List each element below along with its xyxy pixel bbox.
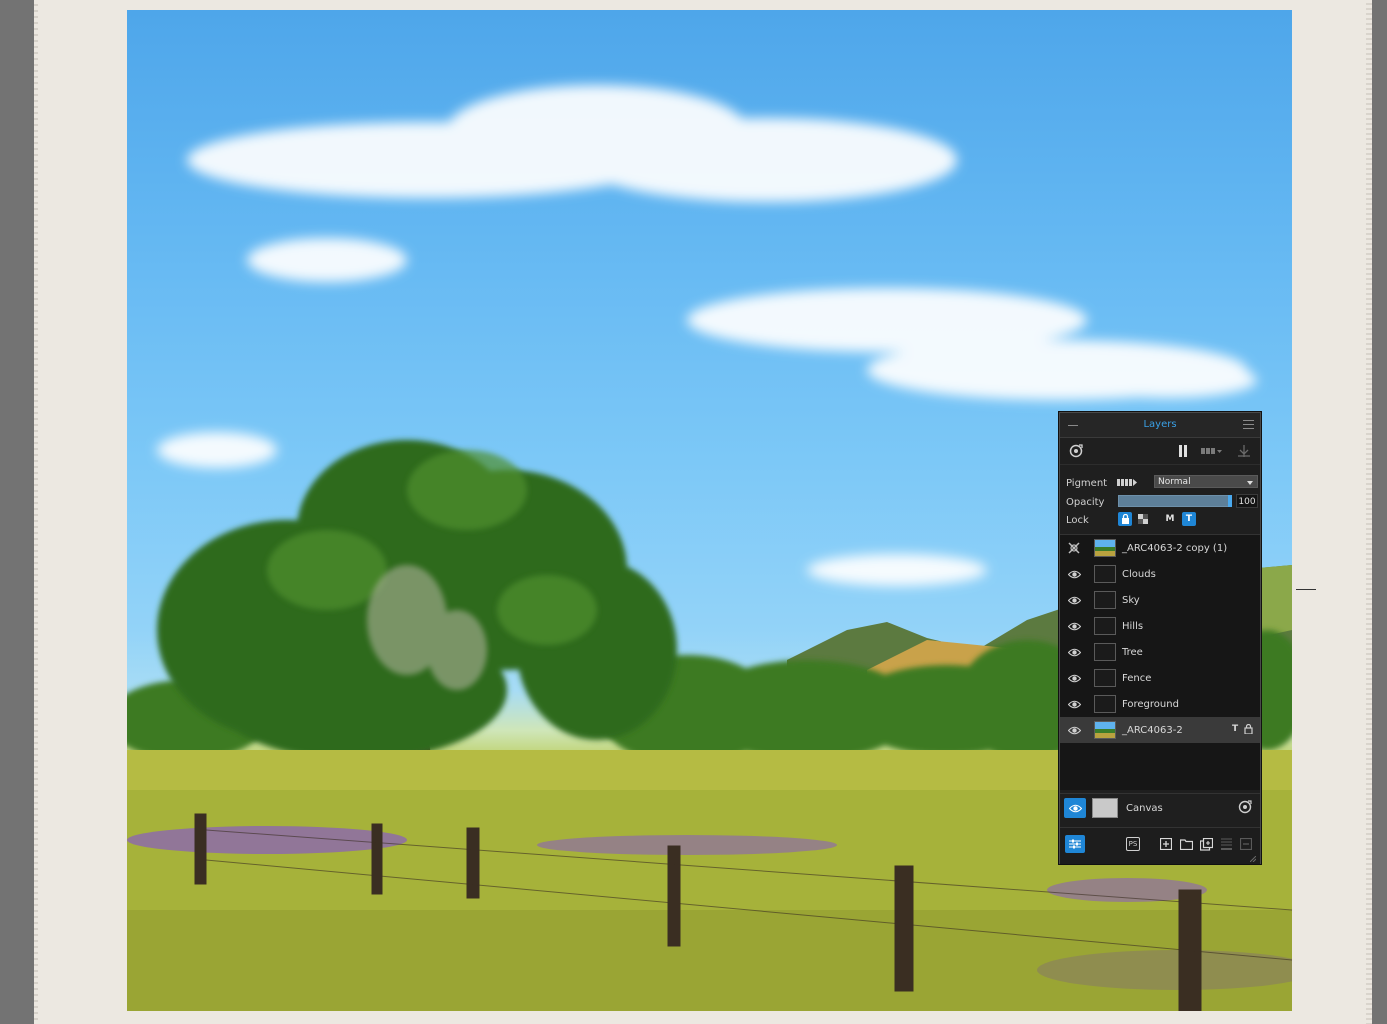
layer-row[interactable]: _ARC4063-2 copy (1) [1060,535,1260,561]
add-layer-icon[interactable] [1159,837,1173,851]
layer-lock-icon[interactable] [1244,723,1253,737]
merge-layer-icon[interactable] [1219,837,1233,851]
eye-icon[interactable] [1060,570,1088,579]
canvas-visibility-icon[interactable] [1238,800,1252,817]
reset-eye-icon[interactable] [1068,443,1084,459]
chevron-down-icon [1247,481,1253,485]
canvas-layer-row[interactable]: Canvas [1060,793,1260,822]
layer-row[interactable]: Sky [1060,587,1260,613]
layer-name: _ARC4063-2 [1122,724,1183,736]
layers-panel[interactable]: Layers Pigment Normal Opacity 100 Lock M… [1059,412,1261,864]
layer-thumbnail [1094,591,1116,609]
delete-layer-icon[interactable] [1239,837,1253,851]
pigment-row: Pigment Normal [1066,475,1258,491]
photoshop-icon[interactable]: PS [1126,837,1140,851]
pause-icon[interactable] [1176,444,1190,458]
paper-deckled-edge-left [34,0,38,1024]
layer-thumbnail [1094,695,1116,713]
pigment-dropdown-icon[interactable] [1200,444,1224,458]
hidden-eye-icon[interactable] [1060,542,1088,554]
layer-name: Foreground [1122,698,1179,710]
minimize-icon[interactable] [1068,425,1078,426]
lock-icon[interactable] [1118,512,1132,526]
canvas-label: Canvas [1126,802,1163,814]
layer-name: Fence [1122,672,1152,684]
layer-row[interactable]: Tree [1060,639,1260,665]
layer-row[interactable]: Hills [1060,613,1260,639]
layer-row[interactable]: Clouds [1060,561,1260,587]
layer-thumbnail [1094,669,1116,687]
opacity-slider-knob[interactable] [1228,495,1232,507]
eye-icon[interactable] [1060,674,1088,683]
eye-icon[interactable] [1060,648,1088,657]
layer-name: Clouds [1122,568,1156,580]
layer-toolbar [1060,438,1260,465]
add-folder-icon[interactable] [1179,837,1193,851]
opacity-label: Opacity [1066,496,1105,508]
layer-name: Hills [1122,620,1144,632]
layer-name: _ARC4063-2 copy (1) [1122,542,1228,554]
eye-icon[interactable] [1060,622,1088,631]
layer-thumbnail [1094,565,1116,583]
layers-titlebar[interactable]: Layers [1060,413,1260,438]
canvas-thumbnail [1092,798,1118,818]
opacity-row: Opacity 100 [1066,494,1258,510]
lock-label: Lock [1066,514,1089,526]
layer-thumbnail [1094,617,1116,635]
blend-mode-select[interactable]: Normal [1154,475,1258,488]
layer-thumbnail [1094,721,1116,739]
transparency-lock-icon[interactable] [1136,512,1150,526]
lock-row: Lock M T [1066,512,1254,528]
lock-t-button[interactable]: T [1182,512,1196,526]
blend-mode-value: Normal [1158,477,1191,487]
layer-thumbnail [1094,539,1116,557]
pigment-label: Pigment [1066,477,1108,489]
eye-icon[interactable] [1060,596,1088,605]
layer-settings-icon[interactable] [1065,835,1085,853]
guide-tick [1296,589,1316,590]
pigment-icon[interactable] [1116,476,1138,488]
layer-name: Sky [1122,594,1140,606]
layer-row[interactable]: Fence [1060,665,1260,691]
layer-row-selected[interactable]: _ARC4063-2 T [1060,717,1260,743]
layer-row[interactable]: Foreground [1060,691,1260,717]
eye-icon[interactable] [1060,700,1088,709]
layer-thumbnail [1094,643,1116,661]
layer-name: Tree [1122,646,1143,658]
layer-list[interactable]: _ARC4063-2 copy (1) Clouds Sky Hills Tre… [1060,534,1260,790]
duplicate-layer-icon[interactable] [1199,837,1213,851]
resize-grip-icon[interactable] [1250,856,1256,862]
text-layer-icon: T [1232,724,1239,734]
eye-icon[interactable] [1060,726,1088,735]
opacity-slider[interactable] [1118,495,1232,507]
layers-bottom-toolbar: PS [1060,827,1260,864]
panel-menu-icon[interactable] [1243,420,1254,429]
water-icon[interactable] [1236,443,1252,459]
paper-deckled-edge-right [1366,0,1372,1024]
lock-m-button[interactable]: M [1163,512,1177,526]
canvas-eye-icon[interactable] [1064,798,1086,818]
panel-title: Layers [1143,419,1177,430]
opacity-value-field[interactable]: 100 [1236,494,1258,508]
